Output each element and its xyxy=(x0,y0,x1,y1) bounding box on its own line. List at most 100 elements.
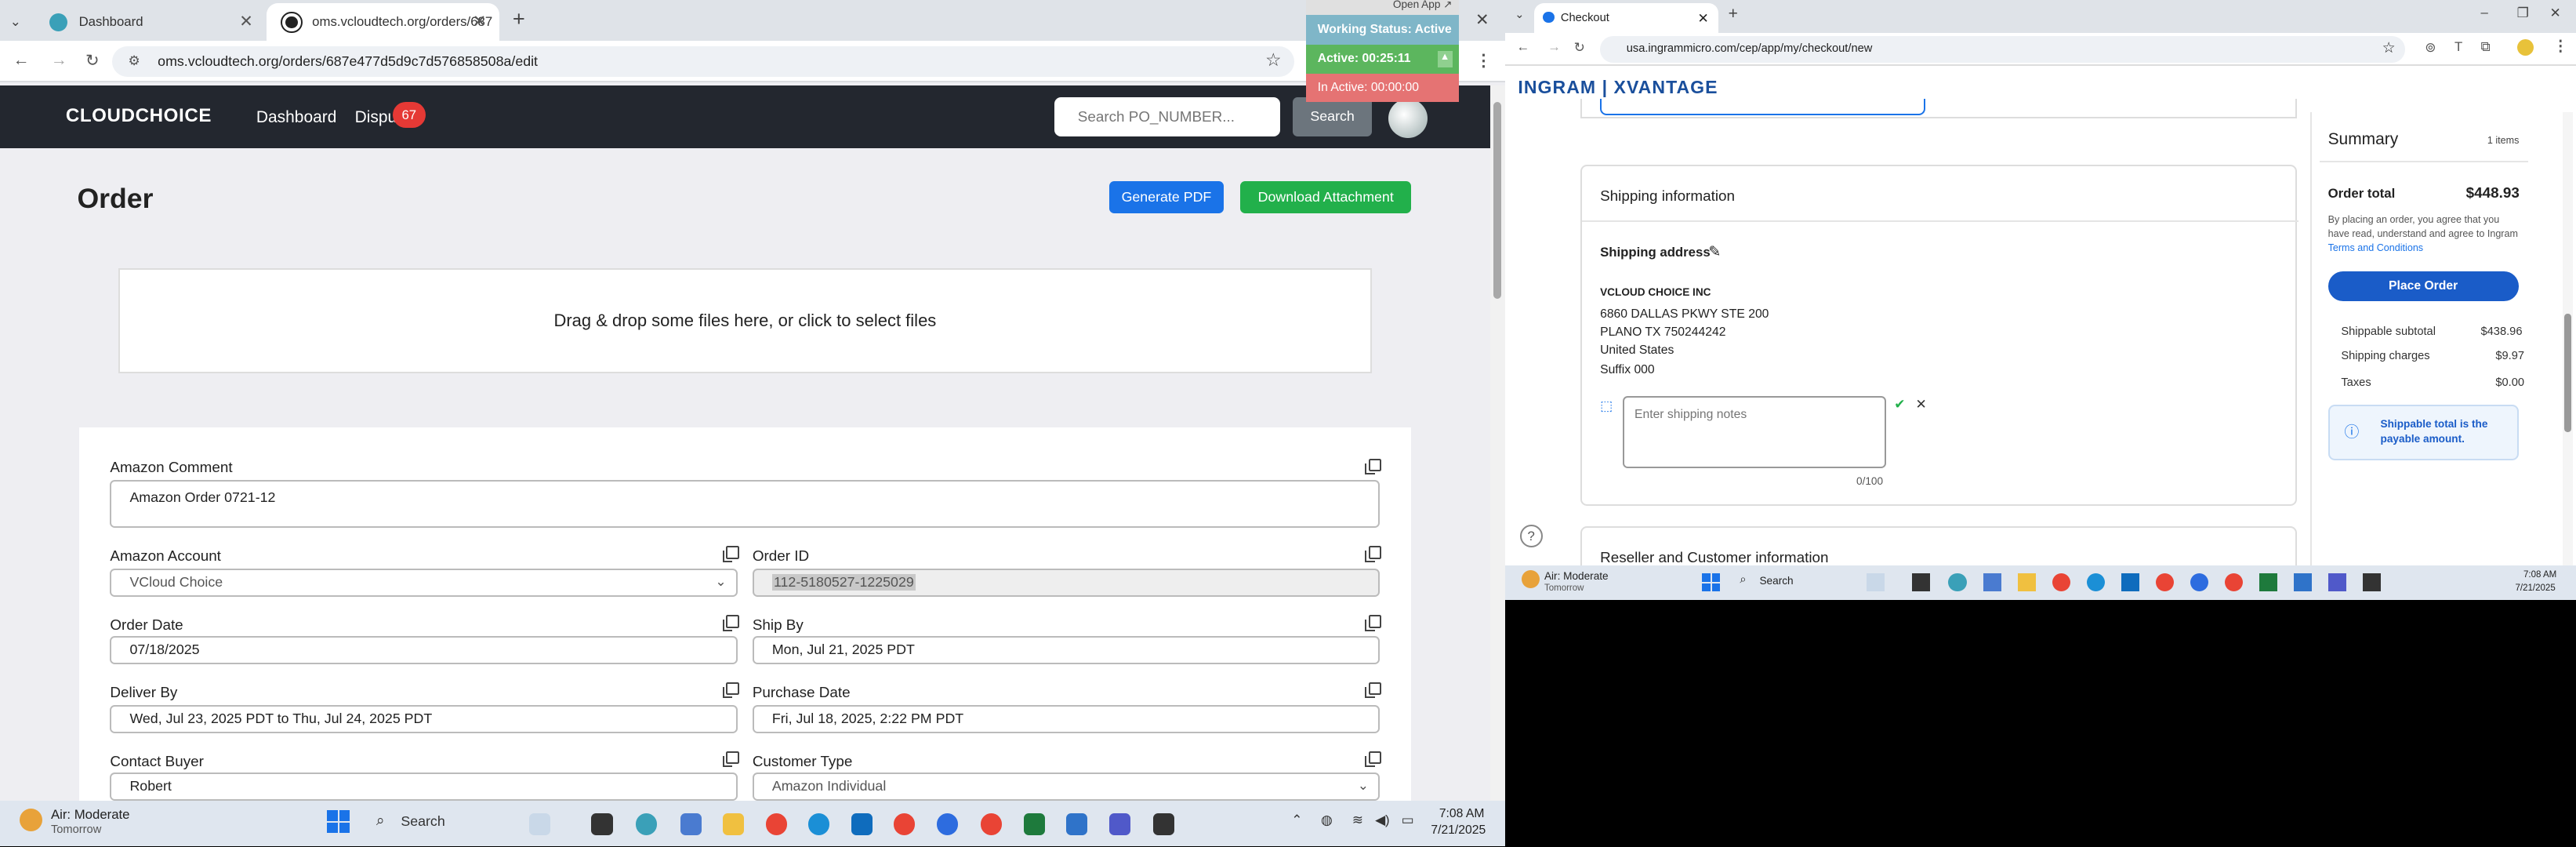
taskbar-search-icon[interactable]: ⌕ xyxy=(1740,573,1746,586)
chrome-icon[interactable] xyxy=(894,813,916,835)
cancel-x-icon[interactable]: ✕ xyxy=(1915,396,1926,413)
chrome-icon[interactable] xyxy=(981,813,1003,835)
weather-icon[interactable] xyxy=(20,809,43,832)
copy-icon[interactable] xyxy=(1365,751,1382,768)
weather-label[interactable]: Air: Moderate xyxy=(51,807,130,823)
extension-icon[interactable]: ⊚ xyxy=(2425,39,2436,56)
widgets-icon[interactable] xyxy=(528,813,551,835)
clock-date[interactable]: 7/21/2025 xyxy=(2516,583,2556,593)
generate-pdf-button[interactable]: Generate PDF xyxy=(1108,180,1225,214)
outlook-icon[interactable] xyxy=(2121,573,2139,592)
file-explorer-icon[interactable] xyxy=(2017,573,2036,592)
place-order-button[interactable]: Place Order xyxy=(2327,271,2519,301)
calculator-icon[interactable] xyxy=(680,813,702,835)
bookmark-star-icon[interactable]: ☆ xyxy=(2382,39,2396,56)
url-field[interactable]: usa.ingrammicro.com/cep/app/my/checkout/… xyxy=(1600,36,2406,63)
order-date-field[interactable]: 07/18/2025 xyxy=(110,636,738,664)
browser-menu-icon[interactable]: ⋮ xyxy=(2553,38,2568,55)
taskbar-search[interactable]: Search xyxy=(401,813,444,830)
amazon-account-select[interactable]: VCloud Choice ⌄ xyxy=(110,569,738,597)
tab-list-chevron-icon[interactable]: ⌄ xyxy=(1515,8,1524,21)
purchase-date-field[interactable]: Fri, Jul 18, 2025, 2:22 PM PDT xyxy=(752,705,1381,733)
new-tab-icon[interactable]: + xyxy=(513,6,525,31)
deliver-by-field[interactable]: Wed, Jul 23, 2025 PDT to Thu, Jul 24, 20… xyxy=(110,705,738,733)
reload-icon[interactable]: ↻ xyxy=(85,51,100,71)
teams-icon[interactable] xyxy=(1108,813,1130,835)
wifi-icon[interactable]: ≋ xyxy=(1352,812,1363,828)
maximize-icon[interactable]: ❐ xyxy=(2517,5,2529,21)
chrome-icon[interactable] xyxy=(2224,573,2243,592)
app-icon[interactable] xyxy=(2293,573,2312,592)
copy-icon[interactable] xyxy=(1365,545,1382,562)
nav-dashboard-link[interactable]: Dashboard xyxy=(256,108,336,127)
right-page-scrollbar[interactable] xyxy=(2563,111,2573,565)
calculator-icon[interactable] xyxy=(1983,573,2001,592)
excel-icon[interactable] xyxy=(2259,573,2277,592)
zoom-icon[interactable] xyxy=(2190,573,2208,592)
url-field[interactable]: ⚙ oms.vcloudtech.org/orders/687e477d5d9c… xyxy=(111,45,1295,78)
copy-icon[interactable] xyxy=(1365,458,1382,475)
file-explorer-icon[interactable] xyxy=(723,813,745,835)
task-view-icon[interactable] xyxy=(591,813,613,835)
windows-start-icon[interactable] xyxy=(1702,573,1721,592)
zoom-icon[interactable] xyxy=(936,813,958,835)
shipping-notes-input[interactable] xyxy=(1623,395,1886,469)
chrome-icon[interactable] xyxy=(2155,573,2174,592)
user-avatar[interactable] xyxy=(1388,98,1428,138)
forward-icon[interactable]: → xyxy=(51,51,67,70)
teams-icon[interactable] xyxy=(2327,573,2346,592)
search-button[interactable]: Search xyxy=(1293,96,1372,136)
clock-time[interactable]: 7:08 AM xyxy=(1439,807,1485,821)
forward-icon[interactable]: → xyxy=(1547,39,1561,55)
scrollbar-thumb[interactable] xyxy=(1493,101,1502,300)
tab-dashboard[interactable]: Dashboard ✕ xyxy=(33,3,267,41)
ingram-xvantage-logo[interactable]: INGRAM | XVANTAGE xyxy=(1518,77,1718,98)
edit-pencil-icon[interactable]: ✎ xyxy=(1708,243,1721,260)
extensions-puzzle-icon[interactable]: ⧉ xyxy=(2481,39,2491,55)
window-close-icon[interactable]: ✕ xyxy=(2550,5,2561,21)
extension-icon[interactable]: T xyxy=(2454,39,2462,55)
app-icon[interactable] xyxy=(1948,573,1967,592)
battery-icon[interactable]: ▭ xyxy=(1402,812,1414,828)
nav-disputes-link[interactable]: Dispu xyxy=(355,108,397,127)
tab-checkout[interactable]: Checkout ✕ xyxy=(1534,3,1719,33)
chrome-icon[interactable] xyxy=(2052,573,2070,592)
left-page-scrollbar[interactable] xyxy=(1489,85,1505,801)
edge-icon[interactable] xyxy=(2086,573,2105,592)
tab-order[interactable]: oms.vcloudtech.org/orders/687 ✕ xyxy=(266,3,500,42)
open-app-link[interactable]: Open App ↗ xyxy=(1306,0,1459,15)
contact-buyer-field[interactable]: Robert xyxy=(110,772,738,801)
po-search-input[interactable] xyxy=(1054,96,1280,136)
clock-date[interactable]: 7/21/2025 xyxy=(1431,823,1486,838)
windows-start-icon[interactable] xyxy=(327,810,350,834)
scrollbar-thumb[interactable] xyxy=(2564,314,2571,433)
edge-icon[interactable] xyxy=(808,813,830,835)
weather-label[interactable]: Air: Moderate xyxy=(1544,570,1609,582)
download-attachment-button[interactable]: Download Attachment xyxy=(1240,180,1412,214)
site-info-icon[interactable]: ⚙ xyxy=(128,53,140,69)
task-view-icon[interactable] xyxy=(1912,573,1931,592)
copy-icon[interactable] xyxy=(1365,614,1382,631)
reload-icon[interactable]: ↻ xyxy=(1574,39,1585,56)
clock-time[interactable]: 7:08 AM xyxy=(2523,570,2556,580)
tray-chevron-icon[interactable]: ⌃ xyxy=(1291,812,1302,828)
copy-icon[interactable] xyxy=(722,614,740,631)
file-dropzone[interactable]: Drag & drop some files here, or click to… xyxy=(118,267,1372,373)
tab-list-chevron-icon[interactable]: ⌄ xyxy=(10,13,21,30)
sticky-notes-icon[interactable] xyxy=(1153,813,1175,835)
window-close-icon[interactable]: ✕ xyxy=(1475,10,1489,30)
back-icon[interactable]: ← xyxy=(1516,39,1529,55)
customer-type-select[interactable]: Amazon Individual ⌄ xyxy=(752,772,1381,801)
minimize-icon[interactable]: – xyxy=(2481,5,2488,20)
browser-menu-icon[interactable]: ⋮ xyxy=(1475,51,1492,71)
new-tab-icon[interactable]: + xyxy=(1729,5,1738,24)
confirm-check-icon[interactable]: ✔ xyxy=(1894,396,1905,413)
outlook-icon[interactable] xyxy=(851,813,873,835)
copy-icon[interactable] xyxy=(722,751,740,768)
app-icon[interactable] xyxy=(1066,813,1088,835)
copy-icon[interactable] xyxy=(722,545,740,562)
order-id-field[interactable]: 112-5180527-1225029 xyxy=(752,569,1381,597)
weather-icon[interactable] xyxy=(1521,570,1540,589)
bookmark-star-icon[interactable]: ☆ xyxy=(1265,49,1282,71)
help-icon[interactable]: ? xyxy=(1519,524,1543,547)
